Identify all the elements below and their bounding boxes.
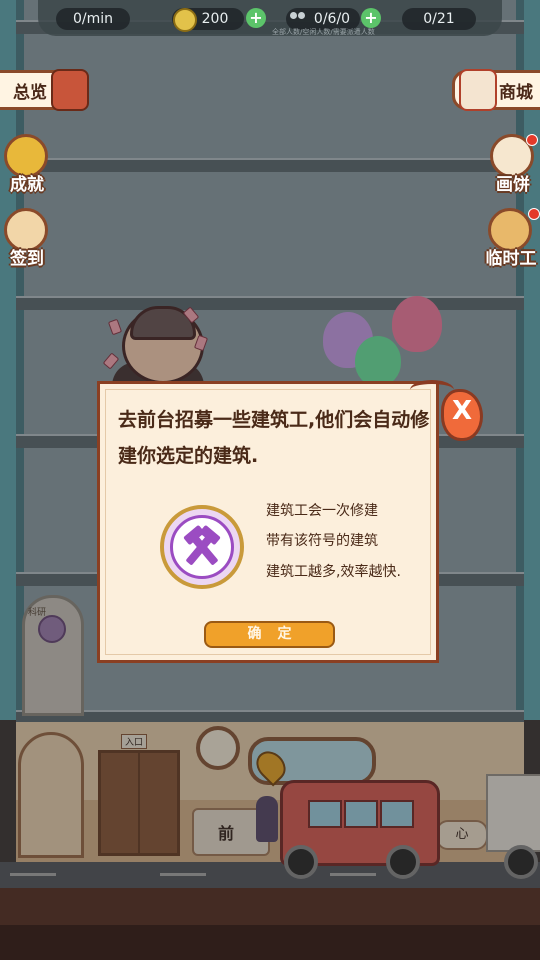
storefront-icon xyxy=(459,69,497,111)
temp-worker-label: 临时工 xyxy=(485,249,537,269)
shop-label: 商城 xyxy=(499,83,533,103)
builder-badge xyxy=(160,505,244,589)
overview-button[interactable]: 总览 xyxy=(0,69,89,111)
achievements-label: 成就 xyxy=(10,175,44,195)
dialog-message: 去前台招募一些建筑工,他们会自动修建你选定的建筑. xyxy=(118,409,430,467)
achievements-button[interactable]: 成就 xyxy=(2,134,52,198)
dialog-hint-line-2: 带有该符号的建筑 xyxy=(266,533,378,549)
capacity-counter: 0/21 xyxy=(402,8,476,30)
overview-label: 总览 xyxy=(13,83,47,103)
crossed-hammers-icon xyxy=(170,515,234,579)
draw-label: 画饼 xyxy=(496,175,530,195)
dialog-hint-line-3: 建筑工越多,效率越快. xyxy=(266,564,401,580)
checkin-button[interactable]: 签到 xyxy=(2,208,52,272)
income-rate: 0/min xyxy=(56,8,130,30)
dialog-hint-line-1: 建筑工会一次修建 xyxy=(266,503,378,519)
confirm-button[interactable]: 确定 xyxy=(204,621,335,648)
close-icon: X xyxy=(451,396,473,426)
temp-worker-notification-dot xyxy=(528,208,540,220)
add-workers-button[interactable]: + xyxy=(361,8,381,28)
add-coins-button[interactable]: + xyxy=(246,8,266,28)
people-icon xyxy=(290,12,306,24)
ledger-icon xyxy=(51,69,89,111)
coin-icon xyxy=(173,8,197,32)
close-button[interactable]: X xyxy=(441,381,485,441)
shop-button[interactable]: 商城 xyxy=(452,69,540,111)
checkin-label: 签到 xyxy=(10,249,44,269)
draw-notification-dot xyxy=(526,134,538,146)
worker-counter-caption: 全部人数/空闲人数/需要派遣人数 xyxy=(272,28,375,36)
